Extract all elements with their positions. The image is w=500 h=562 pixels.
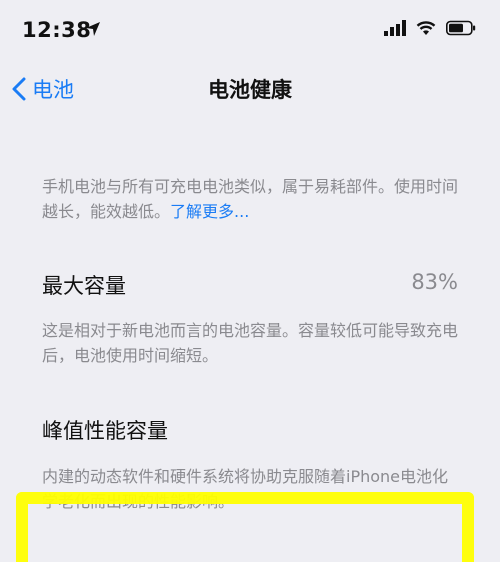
status-time: 12:38	[22, 18, 92, 42]
max-capacity-label: 最大容量	[42, 274, 126, 298]
intro-description: 手机电池与所有可充电电池类似，属于易耗部件。使用时间越长，能效越低。了解更多..…	[42, 174, 462, 224]
max-capacity-description: 这是相对于新电池而言的电池容量。容量较低可能导致充电后，电池使用时间缩短。	[42, 321, 459, 365]
page-title: 电池健康	[208, 78, 292, 102]
cellular-signal-icon	[384, 20, 406, 36]
peak-performance-label: 峰值性能容量	[42, 419, 168, 443]
max-capacity-value: 83%	[411, 270, 458, 294]
status-bar: 12:38	[0, 0, 500, 62]
battery-icon	[446, 20, 476, 36]
status-icons	[384, 20, 476, 36]
highlight-annotation	[16, 492, 474, 562]
learn-more-link[interactable]: 了解更多...	[170, 202, 249, 221]
wifi-icon	[416, 21, 436, 35]
navigation-bar: 电池 电池健康	[0, 62, 500, 118]
intro-text: 手机电池与所有可充电电池类似，属于易耗部件。使用时间越长，能效越低。	[42, 177, 459, 221]
location-arrow-icon	[86, 22, 100, 36]
